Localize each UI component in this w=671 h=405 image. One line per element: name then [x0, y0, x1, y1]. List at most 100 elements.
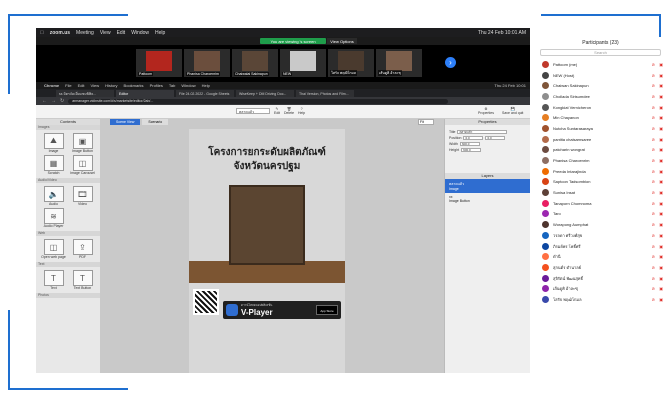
browser-tab[interactable]: ss มิตรจัดเยี่ยมชมพิพิธ...	[56, 90, 114, 97]
mic-muted-icon[interactable]: ⊘	[652, 211, 655, 216]
browser-tab[interactable]: Thai Version, Photos and Film...	[296, 90, 354, 97]
participant-row[interactable]: Worapong Aumphat ⊘ ▣	[530, 219, 671, 230]
mic-muted-icon[interactable]: ⊘	[652, 158, 655, 163]
participant-row[interactable]: Chaiwan Sakinapun ⊘ ▣	[530, 80, 671, 91]
camera-off-icon[interactable]: ▣	[659, 73, 663, 78]
camera-off-icon[interactable]: ▣	[659, 105, 663, 110]
browser-tab[interactable]: WiseKeep + DM Driving Doc...	[236, 90, 294, 97]
layer-item-selected[interactable]: ตลาดแล้ว Image	[445, 179, 530, 193]
camera-off-icon[interactable]: ▣	[659, 211, 663, 216]
menu-edit[interactable]: Edit	[117, 30, 126, 36]
video-tile[interactable]: Chaiwalai Sakinapun	[232, 49, 278, 77]
edit-button[interactable]: ✎ Edit	[274, 107, 280, 115]
participant-row[interactable]: Preeda Intarajinda ⊘ ▣	[530, 166, 671, 177]
browser-tab-active[interactable]: Editor	[116, 90, 174, 97]
mic-muted-icon[interactable]: ⊘	[652, 201, 655, 206]
save-quit-button[interactable]: 💾 Save and quit	[502, 107, 523, 115]
camera-off-icon[interactable]: ▣	[659, 297, 663, 302]
audio-player-item[interactable]: ≋ Audio Player	[40, 208, 67, 228]
camera-off-icon[interactable]: ▣	[659, 169, 663, 174]
camera-off-icon[interactable]: ▣	[659, 83, 663, 88]
app-menu[interactable]: zoom.us	[50, 30, 70, 36]
width-field[interactable]: 600.0	[459, 142, 480, 146]
mic-muted-icon[interactable]: ⊘	[652, 179, 655, 184]
page-select[interactable]: ตลาดแล้ว	[236, 108, 270, 114]
reload-icon[interactable]: ↻	[60, 98, 64, 104]
participant-row[interactable]: สุจิรัตน์ พัฒนสุทธิ์ ⊘ ▣	[530, 273, 671, 284]
chrome-menu-help[interactable]: Help	[202, 83, 210, 88]
mic-muted-icon[interactable]: ⊘	[652, 297, 655, 302]
mic-muted-icon[interactable]: ⊘	[652, 115, 655, 120]
chrome-menu-history[interactable]: History	[105, 83, 117, 88]
next-page-button[interactable]: ›	[445, 57, 456, 68]
mic-muted-icon[interactable]: ⊘	[652, 105, 655, 110]
participant-row[interactable]: Tanaporn Chomnoma ⊘ ▣	[530, 198, 671, 209]
participant-row[interactable]: Nutcha Suntarasaraya ⊘ ▣	[530, 123, 671, 134]
camera-off-icon[interactable]: ▣	[659, 94, 663, 99]
open-web-item[interactable]: ◫ Open web page	[40, 239, 67, 259]
camera-off-icon[interactable]: ▣	[659, 126, 663, 131]
camera-off-icon[interactable]: ▣	[659, 62, 663, 67]
height-field[interactable]: 600.0	[461, 148, 482, 152]
participant-row[interactable]: NEW (Host) ⊘ ▣	[530, 70, 671, 81]
mic-muted-icon[interactable]: ⊘	[652, 147, 655, 152]
participant-row[interactable]: เส้นดูคิ อ้าละซุ ⊘ ▣	[530, 283, 671, 294]
zoom-select[interactable]: Fit	[418, 119, 434, 125]
mic-muted-icon[interactable]: ⊘	[652, 244, 655, 249]
chrome-menu-window[interactable]: Window	[181, 83, 195, 88]
camera-off-icon[interactable]: ▣	[659, 254, 663, 259]
forward-icon[interactable]: →	[51, 98, 56, 104]
participant-row[interactable]: pantita chaisarnsaree ⊘ ▣	[530, 134, 671, 145]
camera-off-icon[interactable]: ▣	[659, 286, 663, 291]
browser-tab[interactable]: File 24.02.2022 - Google Sheets	[176, 90, 234, 97]
mic-muted-icon[interactable]: ⊘	[652, 190, 655, 195]
chrome-menu-bookmarks[interactable]: Bookmarks	[124, 83, 144, 88]
participant-row[interactable]: Phanisa Charoenrim ⊘ ▣	[530, 155, 671, 166]
mic-muted-icon[interactable]: ⊘	[652, 276, 655, 281]
mic-muted-icon[interactable]: ⊘	[652, 137, 655, 142]
scratch-item[interactable]: ▦ Scratch	[40, 155, 67, 175]
camera-off-icon[interactable]: ▣	[659, 190, 663, 195]
camera-off-icon[interactable]: ▣	[659, 244, 663, 249]
url-field[interactable]: armanager.vidinsite.com/#/s/marketsite/e…	[68, 98, 449, 104]
mic-muted-icon[interactable]: ⊘	[652, 233, 655, 238]
participant-row[interactable]: Saptoon Tadsombion ⊘ ▣	[530, 177, 671, 188]
chrome-menu-profiles[interactable]: Profiles	[150, 83, 163, 88]
camera-off-icon[interactable]: ▣	[659, 158, 663, 163]
participant-row[interactable]: ดำนี ⊘ ▣	[530, 251, 671, 262]
chrome-menu-file[interactable]: File	[65, 83, 71, 88]
text-item[interactable]: T Text	[40, 270, 67, 290]
chrome-menu-edit[interactable]: Edit	[78, 83, 85, 88]
image-button-item[interactable]: ▣ Image Button	[69, 133, 96, 153]
mic-muted-icon[interactable]: ⊘	[652, 62, 655, 67]
menu-help[interactable]: Help	[155, 30, 165, 36]
video-tile[interactable]: Pattoom	[136, 49, 182, 77]
chrome-menu-tab[interactable]: Tab	[169, 83, 175, 88]
help-button[interactable]: ? Help	[298, 107, 305, 115]
text-button-item[interactable]: T Text Button	[69, 270, 96, 290]
image-carousel-item[interactable]: ◫ Image Carousel	[69, 155, 96, 175]
mic-muted-icon[interactable]: ⊘	[652, 94, 655, 99]
participant-row[interactable]: โสรัจ พฤฒิโกมล ⊘ ▣	[530, 294, 671, 305]
pdf-item[interactable]: ⇪ PDF	[69, 239, 96, 259]
poster-canvas[interactable]: โครงการยกระดับผลิตภัณฑ์ จังหวัดนครปฐม ดา…	[189, 129, 345, 373]
camera-off-icon[interactable]: ▣	[659, 179, 663, 184]
camera-off-icon[interactable]: ▣	[659, 276, 663, 281]
video-tile[interactable]: Phanisa Charoenrim	[184, 49, 230, 77]
camera-off-icon[interactable]: ▣	[659, 222, 663, 227]
audio-item[interactable]: 🔈 Audio	[40, 186, 67, 206]
participant-row[interactable]: Sunisa Insat ⊘ ▣	[530, 187, 671, 198]
camera-off-icon[interactable]: ▣	[659, 201, 663, 206]
participant-row[interactable]: Chollada Sirisumdee ⊘ ▣	[530, 91, 671, 102]
position-y-field[interactable]: 0.0	[485, 136, 506, 140]
mic-muted-icon[interactable]: ⊘	[652, 265, 655, 270]
participant-row[interactable]: Min Chayanon ⊘ ▣	[530, 112, 671, 123]
participant-row[interactable]: ภิรมย์พร โพธิ์ศรี ⊘ ▣	[530, 241, 671, 252]
video-tile[interactable]: เส้นดูคิ อ้าละซุ	[376, 49, 422, 77]
menu-view[interactable]: View	[100, 30, 111, 36]
participant-row[interactable]: Taro ⊘ ▣	[530, 209, 671, 220]
camera-off-icon[interactable]: ▣	[659, 137, 663, 142]
participant-row[interactable]: patcharin wongrat ⊘ ▣	[530, 145, 671, 156]
video-tile[interactable]: NEW	[280, 49, 326, 77]
layer-item[interactable]: xx Image Button	[445, 193, 530, 205]
